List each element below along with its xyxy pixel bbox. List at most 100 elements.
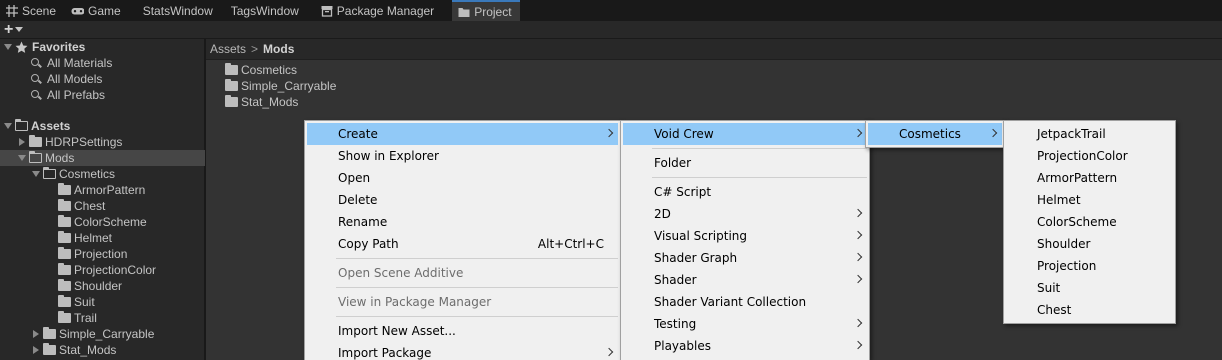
tree-item[interactable]: ProjectionColor [0,262,205,278]
menu-item-label: Open Scene Additive [338,266,464,280]
menu-item-shoulder[interactable]: Shoulder [1006,233,1173,255]
menu-item-helmet[interactable]: Helmet [1006,189,1173,211]
menu-item-cosmetics[interactable]: Cosmetics [868,123,1002,145]
expand-arrow-icon[interactable] [3,42,13,52]
menu-item-label: Testing [654,317,697,331]
tree-item[interactable]: Shoulder [0,278,205,294]
menu-separator [652,177,867,178]
tree-label: Shoulder [74,279,123,293]
cosmetics-submenu: JetpackTrail ProjectionColor ArmorPatter… [1003,120,1176,324]
folder-icon [225,95,238,107]
tree-item[interactable]: Suit [0,294,205,310]
tab-game[interactable]: Game [64,0,129,21]
menu-item-colorscheme[interactable]: ColorScheme [1006,211,1173,233]
menu-item-show-in-explorer[interactable]: Show in Explorer [307,145,618,167]
breadcrumb: Assets > Mods [206,39,1222,60]
chevron-right-icon [990,129,996,139]
menu-item-void-crew[interactable]: Void Crew [623,123,867,145]
menu-item-csharp-script[interactable]: C# Script [623,181,867,203]
menu-item-folder[interactable]: Folder [623,152,867,174]
tree-item-mods[interactable]: Mods [0,150,205,166]
folder-item-label: Stat_Mods [241,95,299,109]
menu-item-label: ArmorPattern [1037,171,1118,185]
folder-item[interactable]: Simple_Carryable [225,78,336,94]
expand-arrow-icon[interactable] [31,169,41,179]
menu-item-jetpacktrail[interactable]: JetpackTrail [1006,123,1173,145]
folder-item-label: Cosmetics [241,63,298,77]
menu-item-projectioncolor[interactable]: ProjectionColor [1006,145,1173,167]
tab-project[interactable]: Project [452,0,520,21]
tree-item-cosmetics[interactable]: Cosmetics [0,166,205,182]
chevron-right-icon [855,129,861,139]
folder-item[interactable]: Stat_Mods [225,94,298,110]
menu-item-open[interactable]: Open [307,167,618,189]
menu-item-shader-graph[interactable]: Shader Graph [623,247,867,269]
tab-statswindow[interactable]: StatsWindow [129,0,221,21]
breadcrumb-mods[interactable]: Mods [263,42,294,56]
tab-package-manager[interactable]: Package Manager [307,0,442,21]
favorite-item[interactable]: All Materials [0,55,205,71]
breadcrumb-assets[interactable]: Assets [210,42,246,56]
tree-item-stat-mods[interactable]: Stat_Mods [0,342,205,358]
menu-item-suit[interactable]: Suit [1006,277,1173,299]
folder-icon [58,263,71,275]
breadcrumb-separator: > [251,42,259,56]
tree-item[interactable]: ArmorPattern [0,182,205,198]
folder-icon [58,311,71,323]
folder-item[interactable]: Cosmetics [225,62,297,78]
menu-item-label: C# Script [654,185,712,199]
menu-item-testing[interactable]: Testing [623,313,867,335]
menu-item-label: Create [338,127,378,141]
chevron-right-icon [606,129,612,139]
menu-item-copy-path[interactable]: Copy Path Alt+Ctrl+C [307,233,618,255]
assets-header[interactable]: Assets [0,118,205,134]
tree-item[interactable]: Chest [0,198,205,214]
menu-item-shader-variant-collection[interactable]: Shader Variant Collection [623,291,867,313]
menu-item-create[interactable]: Create [307,123,618,145]
menu-item-chest[interactable]: Chest [1006,299,1173,321]
tree-item[interactable]: Projection [0,246,205,262]
tab-tagswindow[interactable]: TagsWindow [221,0,307,21]
menu-item-visual-scripting[interactable]: Visual Scripting [623,225,867,247]
menu-separator [336,316,618,317]
gamepad-icon [71,7,85,14]
tree-label: ArmorPattern [74,183,146,197]
expand-arrow-icon[interactable] [17,153,27,163]
tree-item-simple-carryable[interactable]: Simple_Carryable [0,326,205,342]
expand-arrow-icon[interactable] [17,137,27,147]
menu-item-view-in-package-manager: View in Package Manager [307,291,618,313]
menu-item-playables[interactable]: Playables [623,335,867,357]
menu-item-label: Visual Scripting [654,229,747,243]
menu-item-label: Import Package [338,346,432,360]
menu-item-2d[interactable]: 2D [623,203,867,225]
tree-item[interactable]: Helmet [0,230,205,246]
expand-arrow-icon[interactable] [3,121,13,131]
tree-label: Cosmetics [59,167,116,181]
tree-item[interactable]: ColorScheme [0,214,205,230]
create-dropdown-button[interactable]: + [4,22,32,38]
search-icon [31,57,42,69]
expand-arrow-icon[interactable] [31,345,41,355]
tab-label: Project [474,4,512,19]
favorite-item[interactable]: All Prefabs [0,87,205,103]
menu-item-projection[interactable]: Projection [1006,255,1173,277]
menu-item-label: Open [338,171,371,185]
menu-item-armorpattern[interactable]: ArmorPattern [1006,167,1173,189]
tree-label: HDRPSettings [45,135,123,149]
menu-item-import-new-asset[interactable]: Import New Asset... [307,320,618,342]
menu-item-label: Helmet [1037,193,1081,207]
menu-item-delete[interactable]: Delete [307,189,618,211]
menu-item-open-scene-additive: Open Scene Additive [307,262,618,284]
void-crew-submenu: Cosmetics [865,120,1005,148]
menu-item-import-package[interactable]: Import Package [307,342,618,360]
favorites-header[interactable]: Favorites [0,39,205,55]
tree-item-hdrpsettings[interactable]: HDRPSettings [0,134,205,150]
tab-scene[interactable]: Scene [0,0,64,21]
favorite-item[interactable]: All Models [0,71,205,87]
menu-item-rename[interactable]: Rename [307,211,618,233]
expand-arrow-icon[interactable] [31,329,41,339]
tree-item[interactable]: Trail [0,310,205,326]
chevron-right-icon [606,348,612,358]
menu-item-label: Show in Explorer [338,149,439,163]
menu-item-shader[interactable]: Shader [623,269,867,291]
